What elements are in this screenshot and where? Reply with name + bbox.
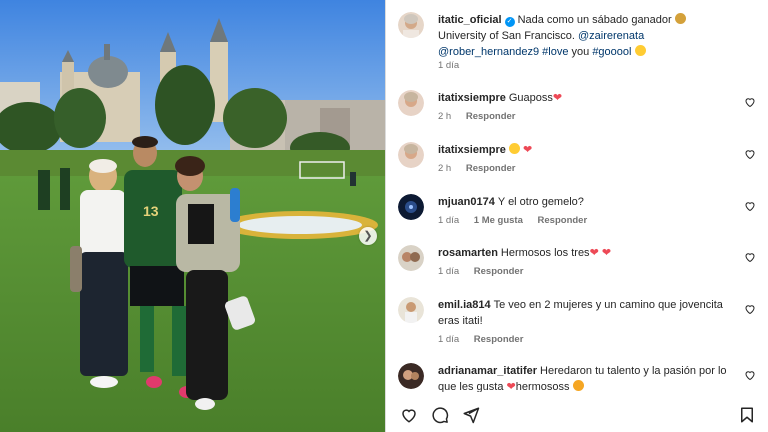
reply-button[interactable]: Responder bbox=[466, 163, 516, 174]
comment-username[interactable]: adrianamar_itatifer bbox=[438, 365, 537, 377]
red-heart-icon: ❤ bbox=[522, 144, 533, 156]
like-comment-button[interactable] bbox=[744, 200, 756, 212]
like-comment-button[interactable] bbox=[744, 303, 756, 315]
red-heart-icon: ❤ bbox=[552, 92, 563, 104]
instagram-post: 13 ❯ itatic_oficial ✓ Nada como un sábad… bbox=[0, 0, 768, 432]
comment-item: itatixsiempre Guaposs❤ 2 h Responder bbox=[398, 90, 758, 130]
comment-username[interactable]: rosamarten bbox=[438, 247, 498, 259]
heart-eyes-face-icon bbox=[572, 380, 584, 391]
comment-body: s bbox=[564, 381, 570, 392]
timestamp: 1 día bbox=[438, 266, 460, 277]
timestamp: 1 día bbox=[438, 60, 460, 71]
winking-face-icon bbox=[634, 45, 646, 56]
post-photo[interactable]: 13 ❯ bbox=[0, 0, 385, 432]
medal-icon bbox=[674, 13, 686, 24]
comment-body: Guaposs bbox=[508, 92, 553, 104]
comment-meta: 2 h Responder bbox=[438, 163, 527, 174]
comment-text: itatixsiempre ❤ bbox=[438, 142, 734, 158]
avatar[interactable] bbox=[398, 142, 424, 168]
svg-text:13: 13 bbox=[143, 203, 159, 219]
comment-item: adrianamar_itatifer Heredaron tu talento … bbox=[398, 363, 758, 392]
post-actions bbox=[386, 396, 768, 432]
send-icon bbox=[463, 407, 480, 424]
post-caption: itatic_oficial ✓ Nada como un sábado ganad… bbox=[398, 12, 758, 74]
comment-text: mjuan0174 Y el otro gemelo? bbox=[438, 194, 734, 210]
comment-username[interactable]: mjuan0174 bbox=[438, 196, 495, 208]
comment-body: hermosos bbox=[515, 381, 565, 392]
like-button[interactable] bbox=[400, 406, 418, 424]
heart-outline-icon bbox=[745, 305, 755, 315]
comment-body: Y el otro gemelo? bbox=[497, 196, 584, 208]
heart-outline-icon bbox=[745, 98, 755, 108]
heart-outline-icon bbox=[745, 202, 755, 212]
like-comment-button[interactable] bbox=[744, 148, 756, 160]
comment-text: adrianamar_itatifer Heredaron tu talento … bbox=[438, 363, 734, 392]
timestamp: 2 h bbox=[438, 111, 452, 122]
save-button[interactable] bbox=[738, 406, 756, 424]
red-heart-icon: ❤ bbox=[601, 247, 612, 259]
share-button[interactable] bbox=[462, 406, 480, 424]
red-heart-icon: ❤ bbox=[506, 381, 516, 392]
red-heart-icon: ❤ bbox=[589, 247, 599, 259]
heart-outline-icon bbox=[402, 409, 416, 423]
reply-button[interactable]: Responder bbox=[538, 215, 588, 226]
reply-button[interactable]: Responder bbox=[466, 111, 516, 122]
comment-icon bbox=[432, 407, 449, 424]
comment-button[interactable] bbox=[431, 406, 449, 424]
comment-meta: 1 día Responder bbox=[438, 266, 535, 277]
comment-item: rosamarten Hermosos los tres❤ ❤ 1 día Res… bbox=[398, 245, 758, 285]
heart-eyes-face-icon bbox=[508, 143, 520, 154]
reply-button[interactable]: Responder bbox=[474, 266, 524, 277]
post-sidebar: itatic_oficial ✓ Nada como un sábado ganad… bbox=[385, 0, 768, 432]
reply-button[interactable]: Responder bbox=[474, 334, 524, 345]
comment-item: mjuan0174 Y el otro gemelo? 1 día 1 Me gu… bbox=[398, 194, 758, 234]
comment-item: itatixsiempre ❤ 2 h Responder bbox=[398, 142, 758, 182]
photo-illustration: 13 bbox=[0, 0, 385, 432]
comment-text: rosamarten Hermosos los tres❤ ❤ bbox=[438, 245, 734, 261]
mention-link[interactable]: @zairerenata bbox=[578, 30, 644, 42]
bookmark-icon bbox=[741, 407, 753, 423]
comment-meta: 1 día 1 Me gusta Responder bbox=[438, 215, 599, 226]
avatar[interactable] bbox=[398, 245, 424, 271]
comment-meta: 1 día Responder bbox=[438, 334, 535, 345]
mention-link[interactable]: @rober_hernandez9 bbox=[438, 46, 539, 58]
chevron-right-icon: ❯ bbox=[363, 229, 373, 242]
like-comment-button[interactable] bbox=[744, 369, 756, 381]
comment-text: itatixsiempre Guaposs❤ bbox=[438, 90, 734, 106]
avatar[interactable] bbox=[398, 363, 424, 389]
comment-text: emil.ia814 Te veo en 2 mujeres y un camin… bbox=[438, 297, 734, 329]
avatar[interactable] bbox=[398, 90, 424, 116]
like-comment-button[interactable] bbox=[744, 251, 756, 263]
comment-item: emil.ia814 Te veo en 2 mujeres y un camin… bbox=[398, 297, 758, 353]
heart-outline-icon bbox=[745, 253, 755, 263]
caption-meta: 1 día bbox=[438, 60, 471, 71]
timestamp: 1 día bbox=[438, 215, 460, 226]
comment-meta: 2 h Responder bbox=[438, 111, 527, 122]
like-comment-button[interactable] bbox=[744, 96, 756, 108]
caption-text: itatic_oficial ✓ Nada como un sábado ganad… bbox=[438, 12, 734, 60]
comment-username[interactable]: itatixsiempre bbox=[438, 144, 506, 156]
post-username[interactable]: itatic_oficial bbox=[438, 14, 502, 26]
hashtag-link[interactable]: #love bbox=[542, 46, 568, 58]
comment-username[interactable]: emil.ia814 bbox=[438, 299, 491, 311]
heart-outline-icon bbox=[745, 150, 755, 160]
heart-outline-icon bbox=[745, 371, 755, 381]
avatar[interactable] bbox=[398, 12, 424, 38]
hashtag-link[interactable]: #gooool bbox=[592, 46, 631, 58]
verified-badge-icon: ✓ bbox=[504, 17, 515, 27]
comment-body: Hermosos los tres bbox=[500, 247, 590, 259]
timestamp: 2 h bbox=[438, 163, 452, 174]
avatar[interactable] bbox=[398, 194, 424, 220]
comments-list: itatic_oficial ✓ Nada como un sábado ganad… bbox=[386, 0, 768, 392]
caption-part: you bbox=[571, 46, 590, 58]
avatar[interactable] bbox=[398, 297, 424, 323]
caption-part: Nada como un sábado ganador bbox=[517, 14, 672, 26]
comment-likes-count[interactable]: 1 Me gusta bbox=[474, 215, 523, 226]
timestamp: 1 día bbox=[438, 334, 460, 345]
comment-username[interactable]: itatixsiempre bbox=[438, 92, 506, 104]
next-photo-button[interactable]: ❯ bbox=[359, 227, 377, 245]
caption-part: University of San Francisco. bbox=[438, 30, 575, 42]
